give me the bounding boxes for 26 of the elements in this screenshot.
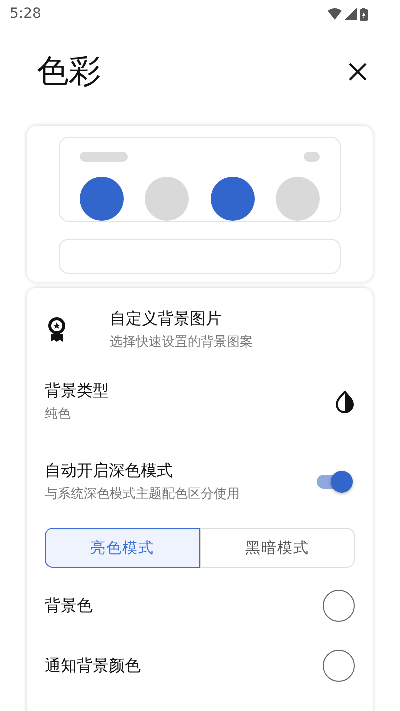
battery-icon [360,8,368,20]
signal-icon [345,8,357,20]
color-swatch[interactable] [145,177,190,221]
placeholder-bar [80,152,128,162]
setting-title: 自动开启深色模式 [45,461,174,482]
setting-title: 背景类型 [45,381,109,402]
close-icon[interactable] [349,63,367,81]
setting-subtitle: 纯色 [45,406,72,423]
status-time: 5:28 [10,6,42,22]
color-swatch[interactable] [210,177,255,221]
setting-title: 自定义背景图片 [110,309,223,330]
page-title: 色彩 [37,51,101,92]
setting-title: 通知背景颜色 [45,656,141,676]
mode-tab[interactable]: 黑暗模式 [200,528,355,568]
setting-subtitle: 与系统深色模式主题配色区分使用 [45,486,240,503]
setting-title: 背景色 [45,596,93,616]
color-swatch[interactable] [323,590,355,622]
color-swatch[interactable] [80,177,124,221]
contrast-icon[interactable] [335,391,355,413]
color-swatch[interactable] [323,650,355,682]
setting-subtitle: 选择快速设置的背景图案 [110,334,253,351]
color-swatch[interactable] [276,177,320,221]
wifi-icon [328,8,342,20]
placeholder-bar [304,152,320,162]
award-icon [48,317,66,343]
mode-tab[interactable]: 亮色模式 [45,528,200,568]
